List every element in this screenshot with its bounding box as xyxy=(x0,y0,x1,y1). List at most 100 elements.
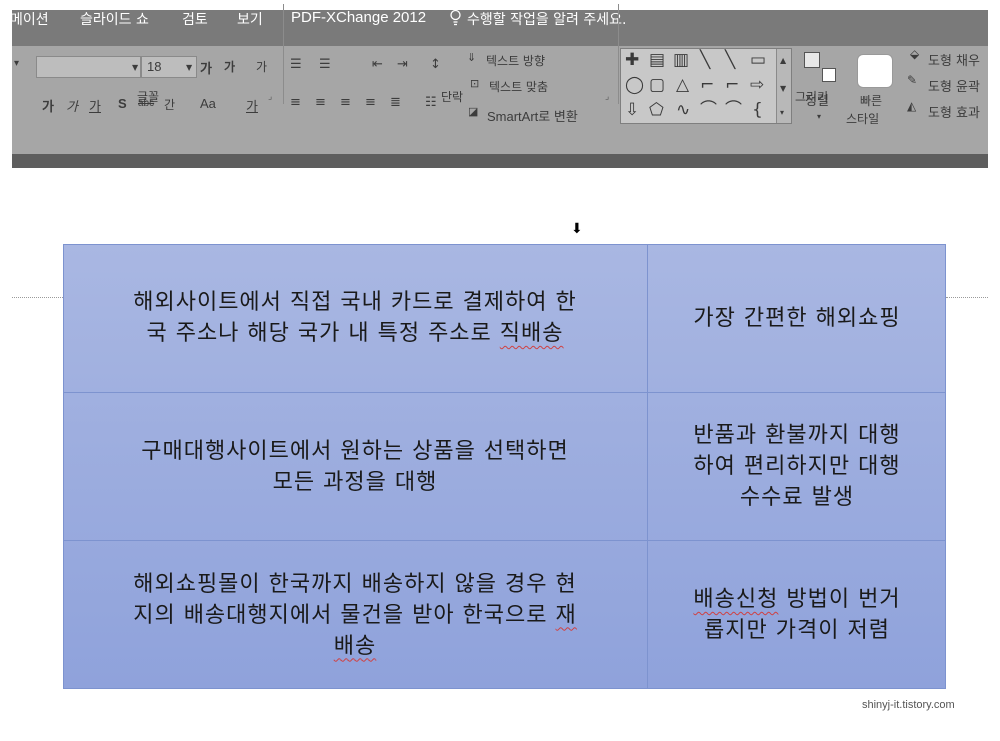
align-left-icon[interactable]: ≡ xyxy=(290,96,301,109)
table-cell[interactable]: 반품과 환불까지 대행 하여 편리하지만 대행 수수료 발생 xyxy=(648,393,946,540)
table-cell[interactable]: 구매대행사이트에서 원하는 상품을 선택하면 모든 과정을 대행 xyxy=(63,393,647,540)
tab-pdf-xchange[interactable]: PDF-XChange 2012 xyxy=(291,9,426,26)
ribbon-bottom-bar xyxy=(12,154,988,168)
text-direction-icon[interactable]: ⇓ xyxy=(467,52,476,63)
window-bottom-edge xyxy=(0,724,1000,741)
tab-slideshow[interactable]: 슬라이드 쇼 xyxy=(80,9,149,29)
quick-styles-label-2[interactable]: 스타일 xyxy=(846,110,879,127)
tab-animations[interactable]: 메이션 xyxy=(10,9,49,29)
text-shadow-button[interactable]: S xyxy=(118,96,127,111)
text-direction-button[interactable]: 텍스트 방향 xyxy=(486,52,545,69)
line-spacing-icon[interactable]: ↕ xyxy=(430,58,441,71)
font-size-value: 18 xyxy=(147,59,162,74)
char-spacing-button[interactable]: 간 xyxy=(164,96,175,113)
shape-effects-icon[interactable]: ◭ xyxy=(907,100,916,112)
convert-smartart-button[interactable]: SmartArt로 변환 xyxy=(487,106,578,125)
cell-line: 국 주소나 해당 국가 내 특정 주소로 xyxy=(146,321,500,346)
cell-text: 구매대행사이트에서 원하는 상품을 선택하면 모든 과정을 대행 xyxy=(141,436,569,498)
increase-indent-icon[interactable]: ⇥ xyxy=(397,58,408,71)
table-cell[interactable]: 배송신청 방법이 번거 롭지만 가격이 저렴 xyxy=(648,541,946,689)
shape-outline-button[interactable]: 도형 윤곽 xyxy=(928,76,980,95)
table-cell[interactable]: 가장 간편한 해외쇼핑 xyxy=(648,244,946,392)
elbow-connector-icon[interactable]: ⌐ xyxy=(700,77,714,94)
align-text-icon[interactable]: ⊡ xyxy=(470,78,479,89)
tab-review[interactable]: 검토 xyxy=(182,9,208,29)
rounded-rect-icon[interactable]: ▢ xyxy=(649,77,665,94)
justify-icon[interactable]: ≡ xyxy=(365,96,376,109)
columns-icon[interactable]: ☷ xyxy=(425,96,437,109)
collapsed-dropdown-icon[interactable]: ▾ xyxy=(14,58,19,69)
font-size-dropdown-icon[interactable]: ▼ xyxy=(186,63,192,72)
bold-button[interactable]: 가 xyxy=(42,96,54,115)
right-arrow-icon[interactable]: ⇨ xyxy=(750,77,764,94)
table-cell[interactable]: 해외사이트에서 직접 국내 카드로 결제하여 한 국 주소나 해당 국가 내 특… xyxy=(63,244,647,392)
cell-line: 해외사이트에서 직접 국내 카드로 결제하여 한 xyxy=(133,290,577,315)
arrange-icon[interactable] xyxy=(804,52,820,68)
font-group-label: 글꼴 xyxy=(137,90,160,104)
group-divider xyxy=(618,4,619,104)
vertical-textbox-icon[interactable]: ▥ xyxy=(673,52,689,69)
cell-text: 배송신청 방법이 번거 롭지만 가격이 저렴 xyxy=(693,584,900,646)
spell-flagged-word: 직배송 xyxy=(499,321,564,346)
grow-font-button[interactable]: 가 xyxy=(200,58,212,77)
numbering-icon[interactable]: ☰ xyxy=(319,58,331,71)
cell-line: 방법이 번거 xyxy=(778,587,901,612)
bullets-icon[interactable]: ☰ xyxy=(290,58,302,71)
arc-shape-icon[interactable]: ⌒ xyxy=(700,102,717,119)
paint-bucket-icon[interactable]: ⬙ xyxy=(910,48,919,60)
gallery-more-icon[interactable]: ▾ xyxy=(780,108,784,117)
underline-button[interactable]: 가 xyxy=(89,96,101,115)
arrow-line-icon[interactable]: ╲ xyxy=(725,52,735,69)
group-divider xyxy=(283,4,284,104)
shrink-font-button[interactable]: 가 xyxy=(224,58,235,75)
freeform-shape-icon[interactable]: ∿ xyxy=(676,102,690,119)
textbox-shape-icon[interactable]: ▤ xyxy=(649,52,665,69)
decrease-indent-icon[interactable]: ⇤ xyxy=(372,58,383,71)
cell-line: 하여 편리하지만 대행 xyxy=(693,454,901,479)
cell-line: 지의 배송대행지에서 물건을 받아 한국으로 xyxy=(133,602,556,628)
down-arrow-cursor-icon: ⬇ xyxy=(571,221,583,237)
watermark: shinyj-it.tistory.com xyxy=(862,699,955,711)
pentagon-shape-icon[interactable]: ⬠ xyxy=(649,102,664,119)
font-color-button[interactable]: 가 xyxy=(246,96,258,115)
gallery-up-icon[interactable]: ▲ xyxy=(780,56,786,65)
font-name-select[interactable] xyxy=(36,56,141,78)
elbow-arrow-icon[interactable]: ⌐ xyxy=(725,77,739,94)
rectangle-shape-icon[interactable]: ▭ xyxy=(750,52,766,69)
spell-flagged-word: 배송신청 xyxy=(693,587,779,612)
quick-styles-icon[interactable] xyxy=(857,54,893,88)
quick-styles-label-1[interactable]: 빠른 xyxy=(860,92,882,109)
oval-shape-icon[interactable]: ◯ xyxy=(625,77,644,94)
shape-fill-button[interactable]: 도형 채우 xyxy=(928,50,980,69)
gallery-down-icon[interactable]: ▼ xyxy=(780,84,786,93)
font-dialog-launcher-icon[interactable]: ⌟ xyxy=(268,92,272,102)
down-arrow-icon[interactable]: ⇩ xyxy=(625,102,639,119)
cell-line: 모든 과정을 대행 xyxy=(272,469,438,495)
spell-flagged-word: 배송 xyxy=(333,633,377,659)
tell-me-search[interactable]: 수행할 작업을 알려 주세요. xyxy=(467,9,626,29)
align-center-icon[interactable]: ≡ xyxy=(315,96,326,109)
clear-format-button[interactable]: 가 xyxy=(256,58,267,75)
table-cell[interactable]: 해외쇼핑몰이 한국까지 배송하지 않을 경우 현 지의 배송대행지에서 물건을 … xyxy=(63,541,647,689)
arrange-dropdown-icon[interactable]: ▾ xyxy=(817,112,821,121)
curve-shape-icon[interactable]: ⌒ xyxy=(725,102,742,119)
guide-line-right xyxy=(946,297,988,298)
align-right-icon[interactable]: ≡ xyxy=(340,96,351,109)
distributed-icon[interactable]: ≣ xyxy=(390,96,401,109)
smartart-icon[interactable]: ◪ xyxy=(468,106,478,117)
paragraph-dialog-launcher-icon[interactable]: ⌟ xyxy=(605,92,609,102)
brace-shape-icon[interactable]: { xyxy=(752,102,763,119)
font-name-dropdown-icon[interactable]: ▼ xyxy=(132,63,138,72)
cell-line: 해외쇼핑몰이 한국까지 배송하지 않을 경우 현 xyxy=(133,571,577,597)
change-case-button[interactable]: Aa xyxy=(200,96,216,111)
cell-line: 구매대행사이트에서 원하는 상품을 선택하면 xyxy=(141,438,569,464)
cross-shape-icon[interactable]: ✚ xyxy=(625,52,639,69)
line-shape-icon[interactable]: ╲ xyxy=(700,52,710,69)
cell-text: 반품과 환불까지 대행 하여 편리하지만 대행 수수료 발생 xyxy=(693,420,900,513)
triangle-shape-icon[interactable]: △ xyxy=(676,77,689,94)
pencil-outline-icon[interactable]: ✎ xyxy=(907,74,917,86)
italic-button[interactable]: 가 xyxy=(66,96,78,115)
align-text-button[interactable]: 텍스트 맞춤 xyxy=(489,78,548,95)
tab-view[interactable]: 보기 xyxy=(237,9,263,29)
shape-effects-button[interactable]: 도형 효과 xyxy=(928,102,980,121)
